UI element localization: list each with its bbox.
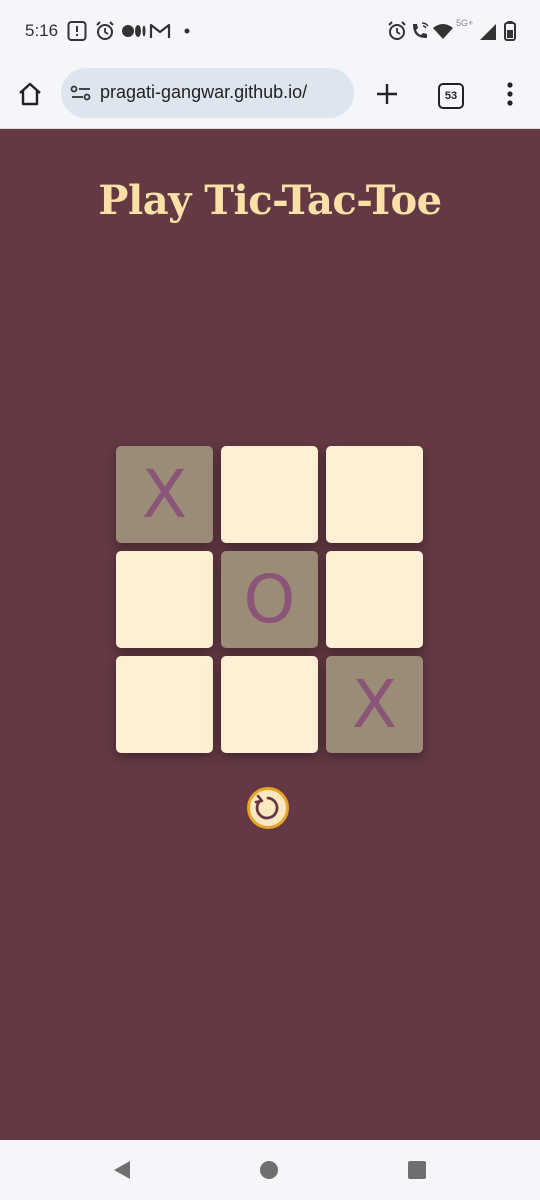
board-cell-r2-c3[interactable] (326, 551, 423, 648)
restart-icon (254, 794, 279, 820)
system-nav-bar (0, 1140, 540, 1200)
browser-toolbar: pragati-gangwar.github.io/ 53 (0, 64, 540, 129)
media-icon (121, 20, 147, 47)
wifi-icon (432, 20, 454, 47)
new-tab-icon[interactable] (375, 82, 399, 111)
board-cell-r3-c1[interactable] (116, 656, 213, 753)
alarm-icon (95, 20, 115, 47)
url-text: pragati-gangwar.github.io/ (100, 82, 308, 102)
board-cell-r1-c3[interactable] (326, 446, 423, 543)
reset-button[interactable] (247, 787, 289, 829)
board-cell-r2-c2[interactable]: O (221, 551, 318, 648)
signal-icon (478, 20, 498, 47)
site-settings-icon[interactable] (70, 83, 92, 108)
alarm-icon (387, 20, 407, 47)
recents-icon[interactable] (407, 1160, 427, 1185)
home-circle-icon[interactable] (259, 1160, 279, 1185)
gmail-icon (149, 20, 171, 47)
network-type-label: 5G+ (456, 18, 474, 28)
tab-switcher-button[interactable]: 53 (438, 83, 464, 109)
home-icon[interactable] (17, 81, 43, 112)
board-cell-r1-c2[interactable] (221, 446, 318, 543)
status-time: 5:16 (25, 21, 59, 40)
battery-icon (503, 20, 517, 47)
board-cell-r3-c2[interactable] (221, 656, 318, 753)
back-icon[interactable] (111, 1159, 133, 1186)
menu-icon[interactable] (505, 81, 515, 112)
dot-icon (183, 20, 191, 47)
board-cell-r3-c3[interactable]: X (326, 656, 423, 753)
board-cell-r1-c1[interactable]: X (116, 446, 213, 543)
alert-icon (67, 20, 87, 47)
address-bar[interactable]: pragati-gangwar.github.io/ (61, 68, 354, 118)
wifi-call-icon (409, 20, 431, 47)
game-page: Play Tic-Tac-Toe X O X (0, 129, 540, 1140)
board-cell-r2-c1[interactable] (116, 551, 213, 648)
page-title: Play Tic-Tac-Toe (98, 177, 442, 224)
status-bar: 5:16 5G+ (0, 0, 540, 64)
